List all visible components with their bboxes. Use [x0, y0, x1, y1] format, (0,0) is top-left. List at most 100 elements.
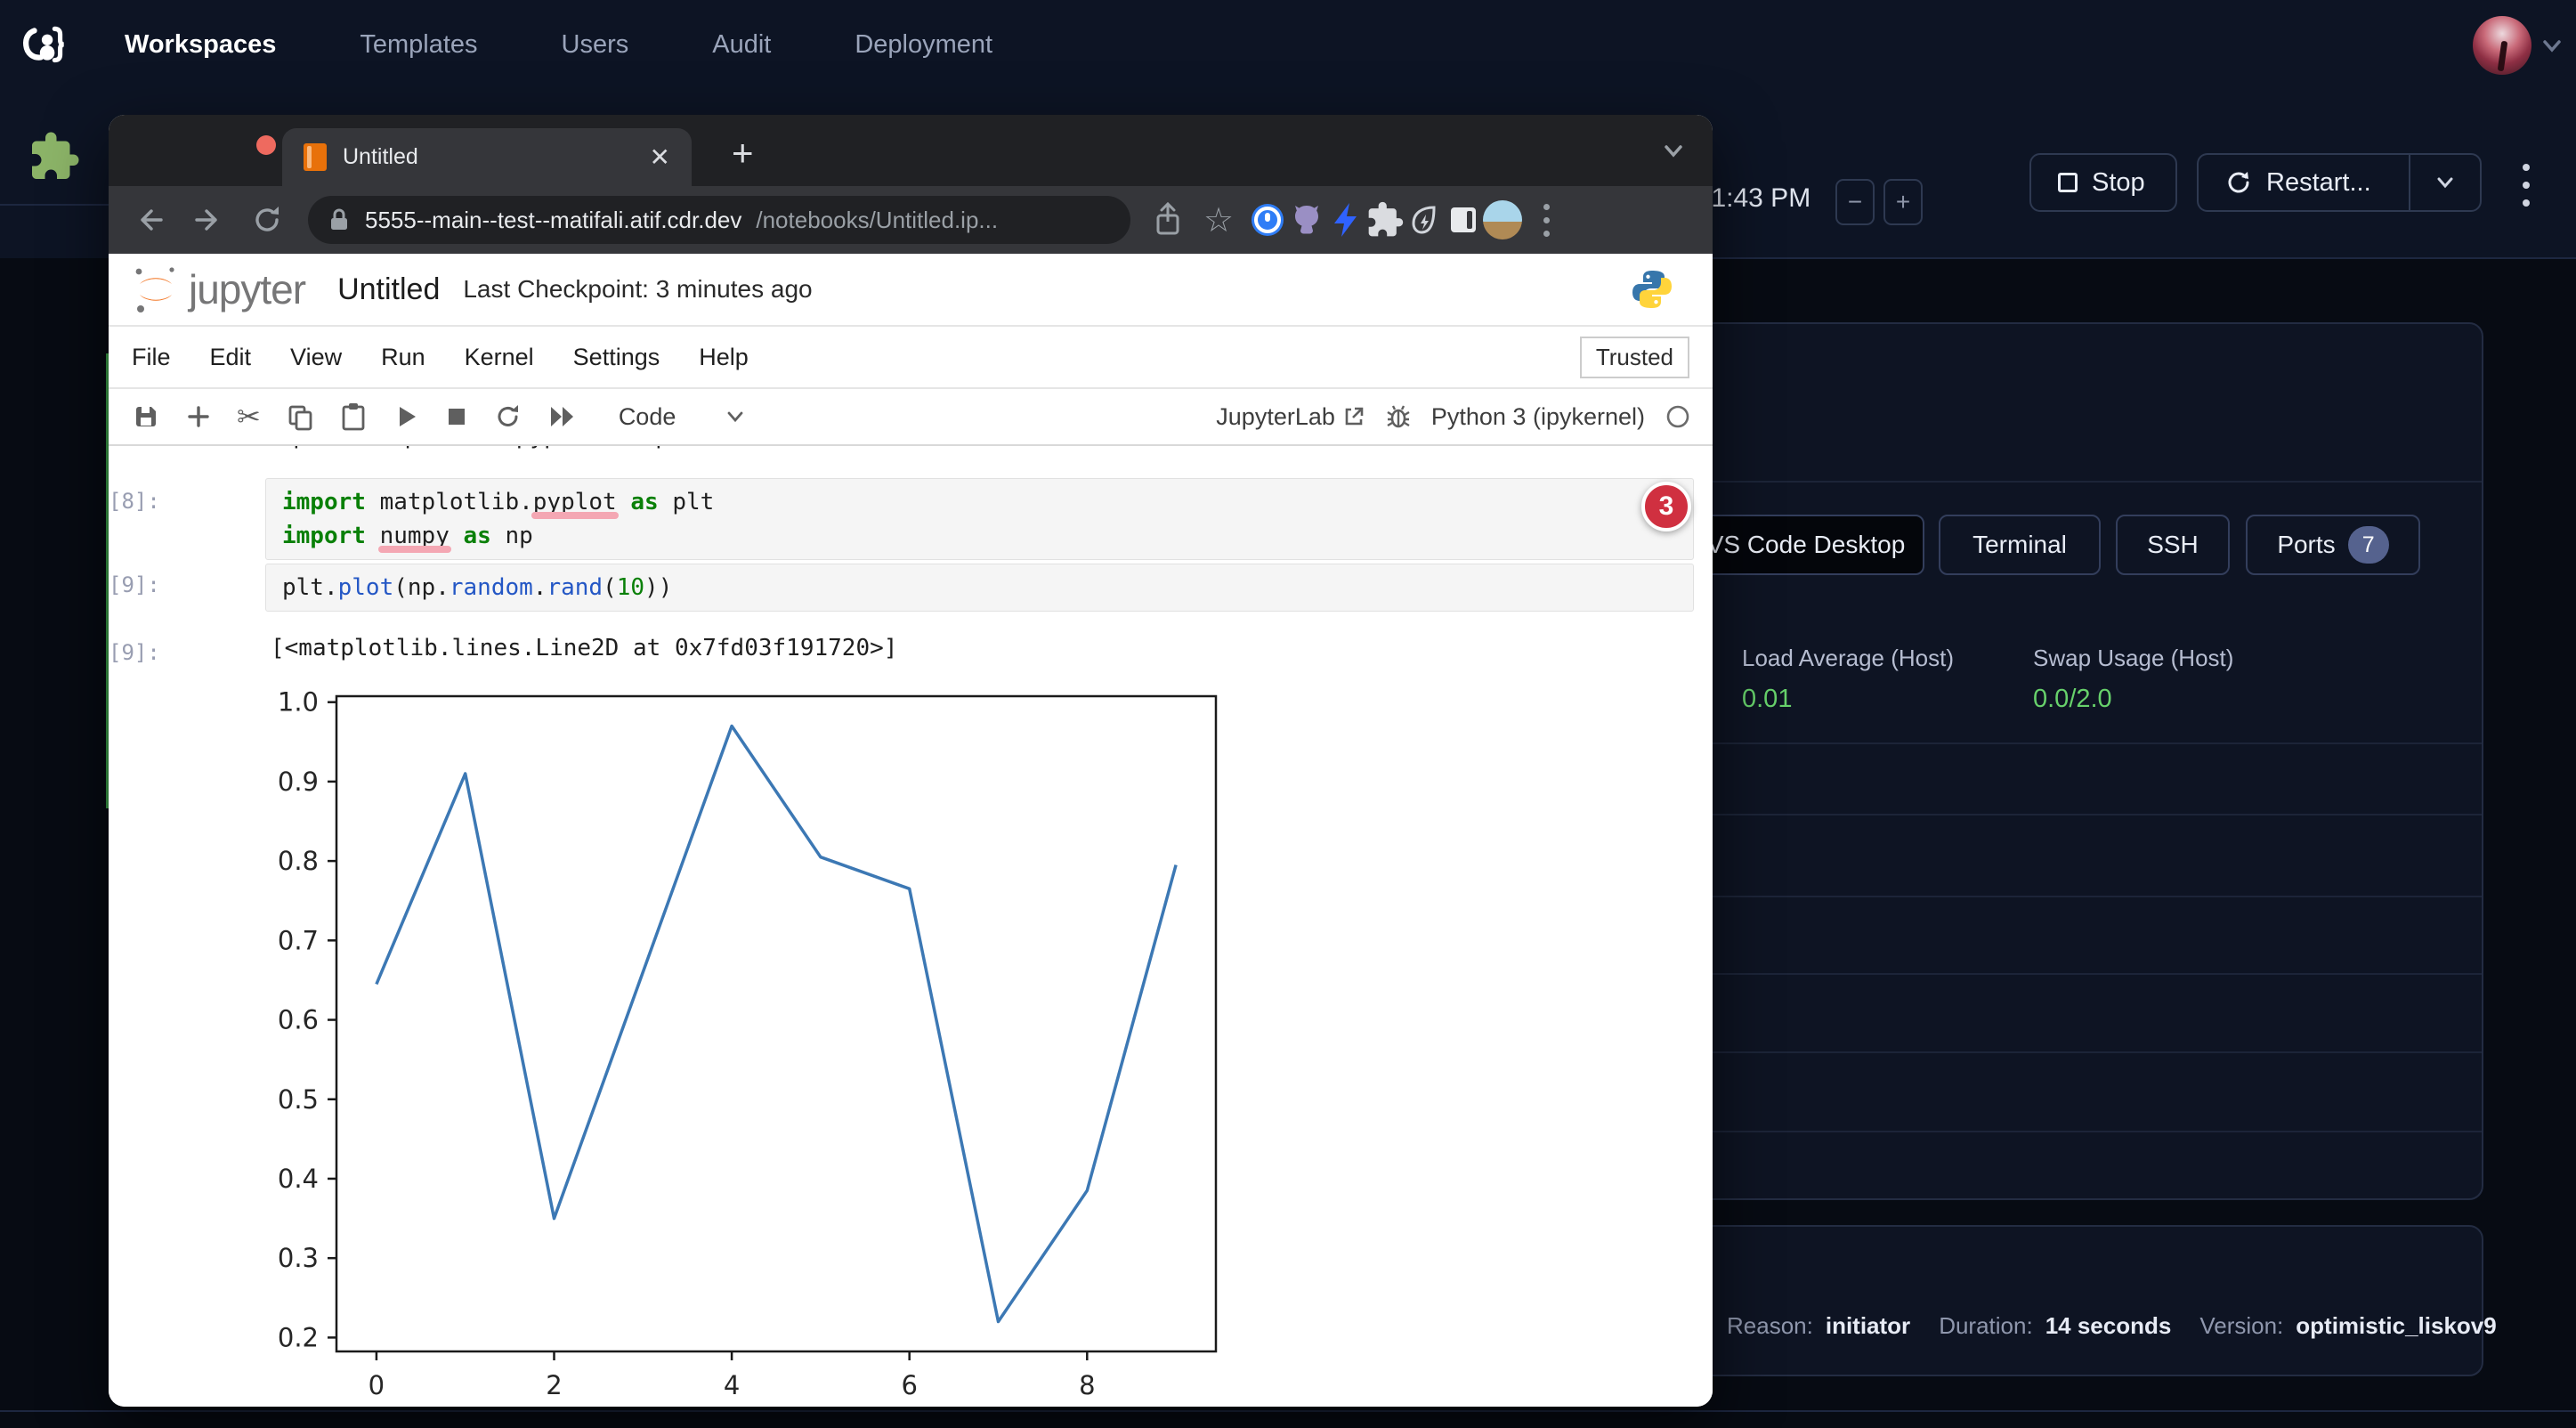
restart-run-all-icon[interactable] — [547, 404, 578, 429]
browser-toolbar: 5555--main--test--matifali.atif.cdr.dev/… — [109, 186, 1713, 254]
ssh-button[interactable]: SSH — [2116, 515, 2230, 575]
copy-cell-icon[interactable] — [286, 402, 314, 431]
onepassword-extension-icon[interactable] — [1248, 200, 1287, 239]
load-average-value: 0.01 — [1742, 685, 1954, 714]
kernel-status-icon — [1665, 403, 1691, 430]
close-window-button[interactable] — [256, 135, 276, 155]
ports-button[interactable]: Ports 7 — [2246, 515, 2420, 575]
kernel-name[interactable]: Python 3 (ipykernel) — [1431, 403, 1645, 431]
svg-text:0.8: 0.8 — [278, 846, 319, 876]
reason-label: Reason: — [1727, 1312, 1813, 1340]
nav-users[interactable]: Users — [562, 30, 629, 60]
save-icon[interactable] — [132, 402, 160, 431]
menu-kernel[interactable]: Kernel — [465, 344, 534, 371]
github-octocat-extension-icon[interactable] — [1287, 200, 1326, 239]
output9-prompt: [9]: — [109, 640, 160, 665]
debugger-bug-icon[interactable] — [1385, 403, 1412, 430]
cell8-editor[interactable]: import matplotlib.pyplot as plt import n… — [265, 478, 1694, 560]
lightning-extension-icon[interactable] — [1326, 200, 1365, 239]
lock-icon — [328, 207, 351, 233]
top-navigation: Workspaces Templates Users Audit Deploym… — [125, 0, 992, 89]
browser-menu-icon[interactable] — [1535, 199, 1558, 241]
sidebar-extension-icon[interactable] — [1444, 200, 1483, 239]
new-tab-button[interactable]: + — [732, 134, 754, 172]
notification-count-badge[interactable]: 3 — [1641, 482, 1691, 531]
open-jupyterlab-link[interactable]: JupyterLab — [1216, 403, 1365, 431]
divider — [0, 1410, 2576, 1412]
nav-workspaces[interactable]: Workspaces — [125, 30, 276, 60]
restart-label: Restart... — [2266, 168, 2371, 198]
notebook-title[interactable]: Untitled — [337, 272, 440, 307]
build-info-card — [1666, 1225, 2483, 1376]
chevron-down-icon — [2432, 169, 2459, 196]
menu-file[interactable]: File — [132, 344, 171, 371]
browser-window: Untitled ✕ + 5555--main--tes — [109, 115, 1713, 1407]
trusted-button[interactable]: Trusted — [1580, 337, 1689, 378]
tab-search-chevron-icon[interactable] — [1657, 134, 1689, 166]
cell8-prompt: [8]: — [109, 489, 160, 514]
menu-view[interactable]: View — [290, 344, 342, 371]
divider — [1713, 257, 2576, 259]
share-icon[interactable] — [1150, 200, 1186, 239]
load-average-stat: Load Average (Host) 0.01 — [1742, 645, 1954, 714]
leaf-extension-icon[interactable] — [1405, 200, 1444, 239]
checkpoint-status: Last Checkpoint: 3 minutes ago — [463, 275, 1631, 304]
restart-options-button[interactable] — [2409, 153, 2482, 212]
url-bar[interactable]: 5555--main--test--matifali.atif.cdr.dev/… — [308, 196, 1130, 244]
nav-audit[interactable]: Audit — [712, 30, 771, 60]
ports-count-badge: 7 — [2348, 526, 2389, 564]
back-icon[interactable] — [132, 202, 167, 238]
restart-icon — [2225, 169, 2252, 196]
terminal-button[interactable]: Terminal — [1939, 515, 2101, 575]
jupyterlab-label: JupyterLab — [1216, 403, 1335, 431]
menu-edit[interactable]: Edit — [210, 344, 252, 371]
workspace-card — [1666, 322, 2483, 1200]
extensions-puzzle-icon[interactable] — [1365, 200, 1405, 239]
svg-text:8: 8 — [1079, 1370, 1095, 1398]
output9-text: [<matplotlib.lines.Line2D at 0x7fd03f191… — [271, 635, 897, 661]
forward-icon[interactable] — [190, 202, 226, 238]
restart-kernel-icon[interactable] — [494, 402, 522, 431]
zoom-in-button[interactable]: + — [1883, 179, 1923, 225]
nav-templates[interactable]: Templates — [360, 30, 477, 60]
run-cell-icon[interactable] — [393, 403, 419, 430]
menu-settings[interactable]: Settings — [573, 344, 660, 371]
svg-text:0.9: 0.9 — [278, 767, 319, 797]
browser-tab[interactable]: Untitled ✕ — [282, 128, 692, 186]
vscode-desktop-button[interactable]: VS Code Desktop — [1688, 515, 1924, 575]
svg-text:0.5: 0.5 — [278, 1084, 319, 1115]
cell9-editor[interactable]: plt.plot(np.random.rand(10)) — [265, 564, 1694, 612]
build-meta: Reason: initiator Duration: 14 seconds V… — [1727, 1312, 2513, 1340]
menu-help[interactable]: Help — [699, 344, 749, 371]
zoom-out-button[interactable]: − — [1835, 179, 1875, 225]
svg-text:0.3: 0.3 — [278, 1243, 319, 1273]
duration-label: Duration: — [1939, 1312, 2033, 1340]
cell-type-select[interactable]: Code — [619, 403, 676, 431]
menu-run[interactable]: Run — [381, 344, 425, 371]
chevron-down-icon[interactable] — [2537, 30, 2567, 61]
browser-profile-avatar[interactable] — [1483, 200, 1522, 239]
interrupt-kernel-icon[interactable] — [444, 404, 469, 429]
user-avatar[interactable] — [2473, 16, 2531, 75]
external-link-icon — [1342, 405, 1365, 428]
divider — [0, 204, 109, 206]
bookmark-star-icon[interactable]: ☆ — [1203, 200, 1234, 240]
ssh-label: SSH — [2147, 531, 2199, 559]
terminal-label: Terminal — [1973, 531, 2067, 559]
load-average-label: Load Average (Host) — [1742, 645, 1954, 672]
reload-icon[interactable] — [249, 202, 285, 238]
svg-text:0.6: 0.6 — [278, 1005, 319, 1035]
chevron-down-icon[interactable] — [724, 405, 747, 428]
stop-workspace-button[interactable]: Stop — [2029, 153, 2177, 212]
cut-cell-icon[interactable]: ✂ — [237, 400, 261, 434]
nav-deployment[interactable]: Deployment — [855, 30, 992, 60]
coder-logo-icon[interactable] — [20, 20, 71, 71]
workspace-menu-button[interactable] — [2514, 160, 2539, 210]
tab-close-icon[interactable]: ✕ — [650, 142, 670, 172]
restart-workspace-button[interactable]: Restart... — [2197, 153, 2409, 212]
svg-text:0.2: 0.2 — [278, 1322, 319, 1352]
paste-cell-icon[interactable] — [339, 402, 368, 432]
add-cell-icon[interactable] — [185, 403, 212, 430]
svg-text:0.4: 0.4 — [278, 1164, 319, 1194]
swap-usage-value: 0.0/2.0 — [2033, 685, 2233, 714]
